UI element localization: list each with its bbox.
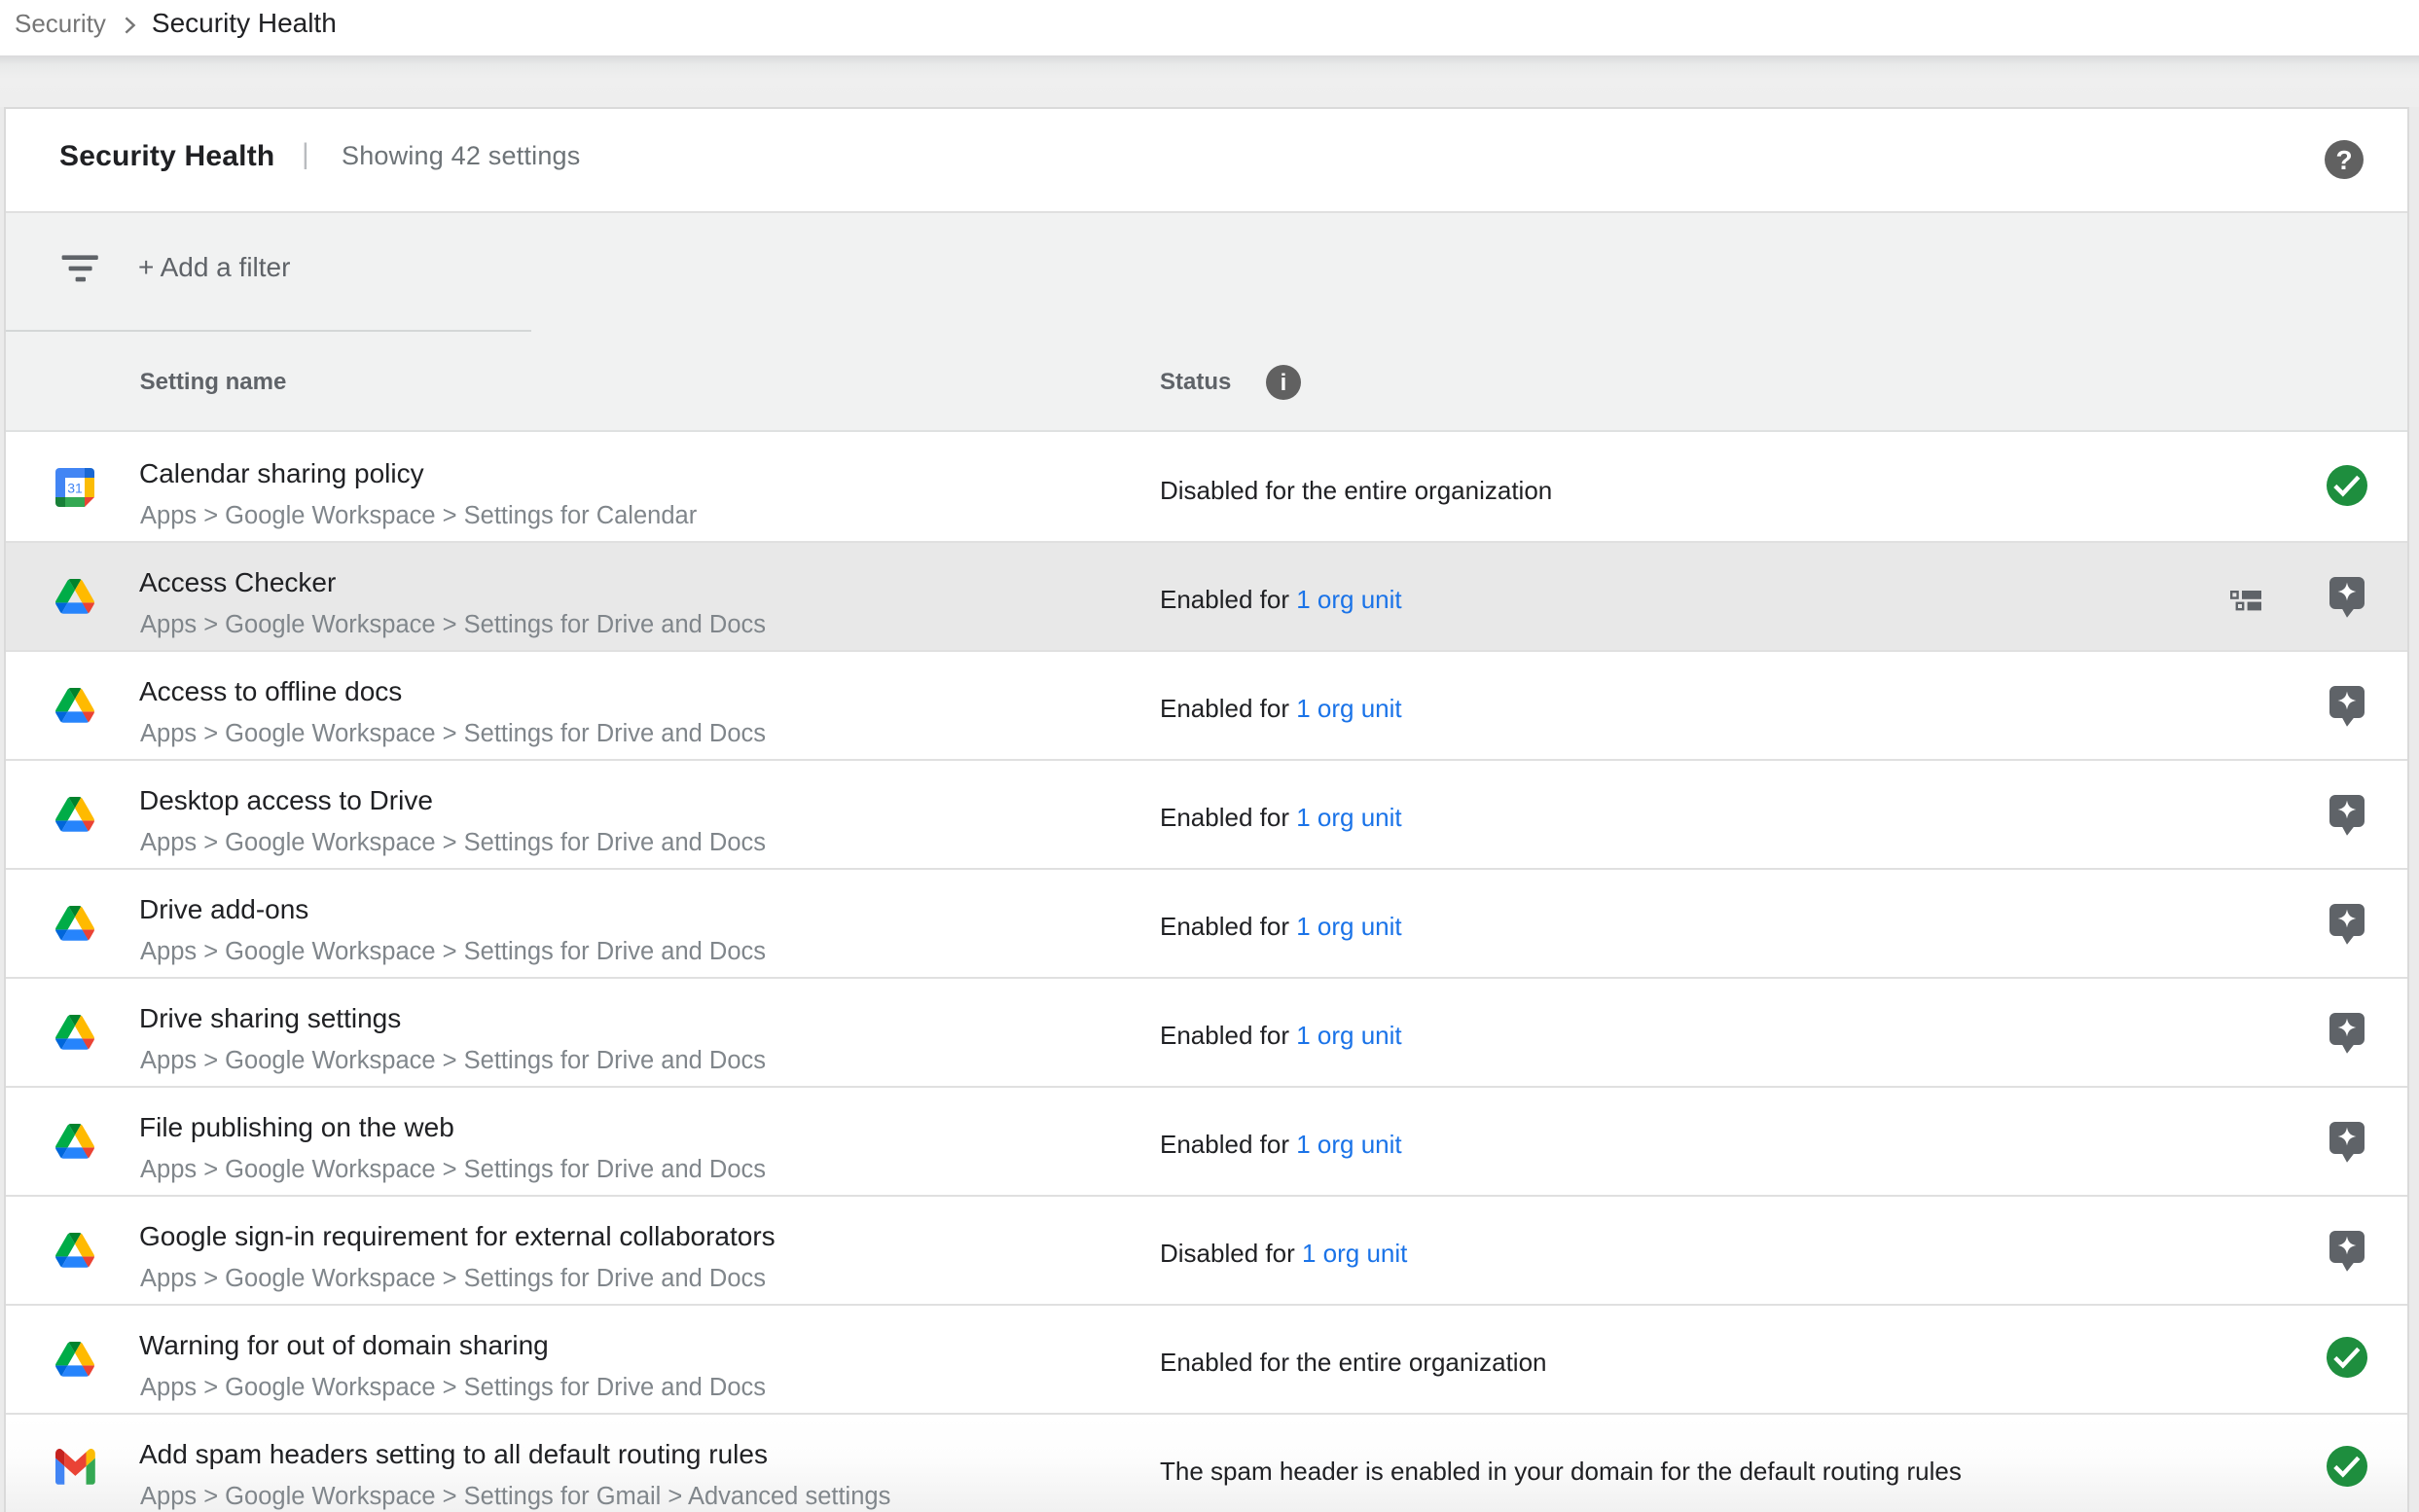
svg-text:31: 31 xyxy=(68,480,84,495)
